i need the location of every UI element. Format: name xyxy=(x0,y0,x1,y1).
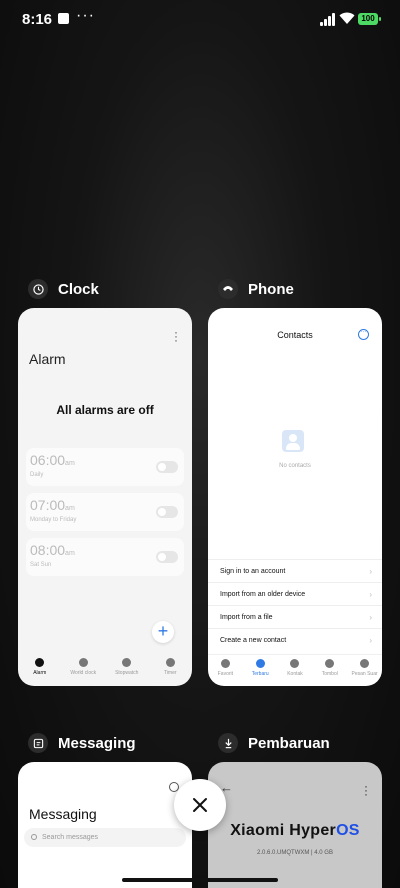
app-name-update: Pembaruan xyxy=(248,734,330,752)
app-name-clock: Clock xyxy=(58,280,99,298)
app-header-clock[interactable]: Clock xyxy=(28,279,99,299)
update-app-card[interactable]: ← · · · Xiaomi HyperOS 2.0.6.0.UMQTWXM | 4… xyxy=(208,762,382,888)
tab-tombol[interactable]: Tombol xyxy=(312,655,347,686)
chevron-right-icon: › xyxy=(369,636,372,645)
close-icon xyxy=(193,798,207,812)
battery-icon: 100 xyxy=(358,13,381,25)
alarm-repeat: Daily xyxy=(30,472,44,478)
tab-kontak[interactable]: Kontak xyxy=(278,655,313,686)
search-messages-input[interactable]: Search messages xyxy=(24,828,186,847)
messaging-title: Messaging xyxy=(29,806,97,822)
alarm-repeat: Monday to Friday xyxy=(30,517,77,523)
alarm-item[interactable]: 06:00am Daily xyxy=(26,448,184,486)
alarm-time: 07:00 xyxy=(30,497,66,513)
alarm-repeat: Sat Sun xyxy=(30,562,52,568)
sign-in-option[interactable]: Sign in to an account › xyxy=(208,559,382,582)
clock-bottom-nav: Alarm World clock Stopwatch Timer xyxy=(18,654,192,686)
tab-label: Kontak xyxy=(287,671,303,677)
contacts-title: Contacts xyxy=(277,330,313,340)
app-header-messaging[interactable]: Messaging xyxy=(28,733,136,753)
wifi-icon xyxy=(339,12,355,24)
app-name-messaging: Messaging xyxy=(58,734,136,752)
contact-placeholder-icon xyxy=(282,430,304,452)
voicemail-icon xyxy=(360,659,370,668)
tab-label: Terbaru xyxy=(251,671,269,677)
phone-app-icon xyxy=(218,279,238,299)
alarm-time: 08:00 xyxy=(30,542,66,558)
app-name-phone: Phone xyxy=(248,280,294,298)
status-time: 8:16 xyxy=(22,11,53,28)
app-header-phone[interactable]: Phone xyxy=(218,279,294,299)
clock-app-card[interactable]: · · · Alarm All alarms are off 06:00am Dai… xyxy=(18,308,192,686)
alarm-ampm: am xyxy=(65,505,75,512)
more-notifications-icon: ··· xyxy=(76,7,95,24)
stopwatch-icon xyxy=(122,658,132,667)
dialpad-icon xyxy=(325,659,335,668)
phone-bottom-nav: Favorit Terbaru Kontak Tombol Pesan Suar xyxy=(208,654,382,686)
tab-label: Stopwatch xyxy=(115,670,139,676)
tab-pesan-suara[interactable]: Pesan Suar xyxy=(347,655,382,686)
messaging-app-icon xyxy=(28,733,48,753)
no-contacts-text: No contacts xyxy=(279,463,311,469)
alarm-item[interactable]: 08:00am Sat Sun xyxy=(26,538,184,576)
tab-label: Pesan Suar xyxy=(351,671,378,677)
hyperos-logo: Xiaomi HyperOS xyxy=(230,822,360,839)
timer-icon xyxy=(165,658,175,667)
app-header-update[interactable]: Pembaruan xyxy=(218,733,330,753)
more-options-icon[interactable]: ··· xyxy=(358,329,369,340)
tab-timer[interactable]: Timer xyxy=(149,654,193,686)
clock-app-icon xyxy=(28,279,48,299)
recent-clock-icon xyxy=(255,659,265,668)
tab-world-clock[interactable]: World clock xyxy=(62,654,106,686)
update-app-icon xyxy=(218,733,238,753)
alarm-item[interactable]: 07:00am Monday to Friday xyxy=(26,493,184,531)
option-label: Import from a file xyxy=(220,614,273,621)
tab-stopwatch[interactable]: Stopwatch xyxy=(105,654,149,686)
os-version-text: 2.0.6.0.UMQTWXM | 4.0 GB xyxy=(257,850,333,856)
alarm-time: 06:00 xyxy=(30,452,66,468)
import-file-option[interactable]: Import from a file › xyxy=(208,605,382,628)
more-options-icon[interactable]: ··· xyxy=(364,780,368,800)
tab-label: Alarm xyxy=(33,670,47,676)
status-bar: 8:16 ··· 100 xyxy=(0,0,400,40)
chevron-right-icon: › xyxy=(369,613,372,622)
alarm-toggle[interactable] xyxy=(156,551,178,563)
option-label: Import from an older device xyxy=(220,591,306,598)
clear-all-button[interactable] xyxy=(174,779,226,831)
tab-label: Tombol xyxy=(321,671,338,677)
home-indicator[interactable] xyxy=(122,878,278,882)
option-label: Create a new contact xyxy=(220,637,287,644)
option-label: Sign in to an account xyxy=(220,568,286,575)
tab-label: World clock xyxy=(70,670,97,676)
phone-app-card[interactable]: Contacts ··· No contacts Sign in to an a… xyxy=(208,308,382,686)
chevron-right-icon: › xyxy=(369,590,372,599)
alarm-title: Alarm xyxy=(29,351,66,367)
alarm-toggle[interactable] xyxy=(156,506,178,518)
search-icon xyxy=(31,834,37,840)
alarm-icon xyxy=(35,658,45,667)
tab-favorit[interactable]: Favorit xyxy=(208,655,243,686)
alarm-ampm: am xyxy=(65,550,75,557)
import-older-device-option[interactable]: Import from an older device › xyxy=(208,582,382,605)
signal-icon xyxy=(320,13,336,26)
person-icon xyxy=(290,659,300,668)
chevron-right-icon: › xyxy=(369,567,372,576)
notification-icon xyxy=(58,13,69,24)
alarms-off-text: All alarms are off xyxy=(56,403,154,417)
alarm-ampm: am xyxy=(65,460,75,467)
search-placeholder: Search messages xyxy=(42,834,99,841)
tab-terbaru[interactable]: Terbaru xyxy=(243,655,278,686)
tab-label: Favorit xyxy=(217,671,234,677)
alarm-toggle[interactable] xyxy=(156,461,178,473)
tab-alarm[interactable]: Alarm xyxy=(18,654,62,686)
tab-label: Timer xyxy=(163,670,177,676)
create-contact-option[interactable]: Create a new contact › xyxy=(208,628,382,651)
more-options-icon[interactable]: ··· xyxy=(174,326,178,346)
star-icon xyxy=(220,659,230,668)
add-alarm-button[interactable]: + xyxy=(152,621,174,643)
messaging-app-card[interactable]: Messaging Search messages xyxy=(18,762,192,888)
world-clock-icon xyxy=(78,658,88,667)
